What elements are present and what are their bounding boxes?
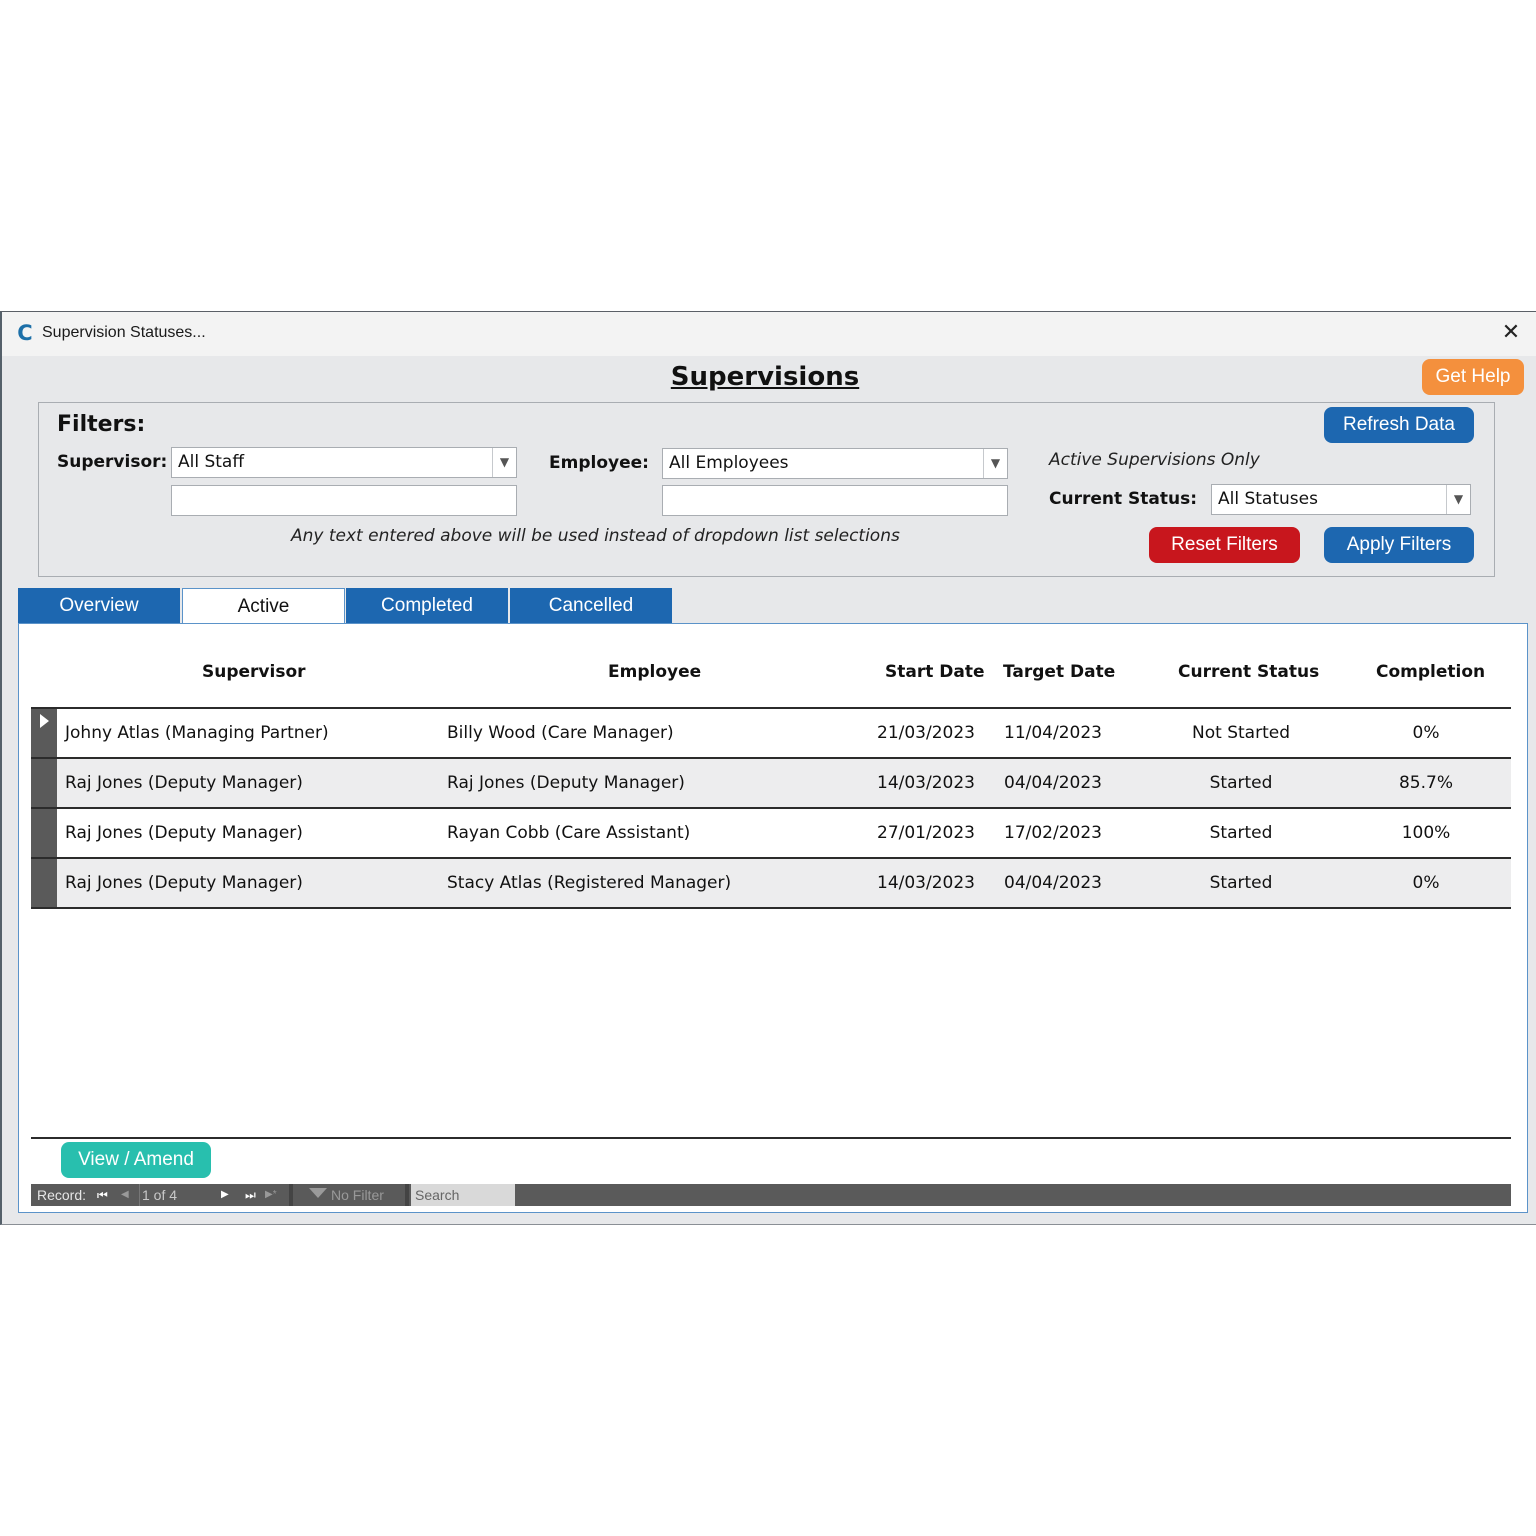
refresh-data-button[interactable]: Refresh Data — [1324, 407, 1474, 443]
chevron-down-icon[interactable]: ▼ — [983, 449, 1007, 478]
cell-target-date: 04/04/2023 — [1004, 773, 1102, 793]
apply-filters-button[interactable]: Apply Filters — [1324, 527, 1474, 563]
tab-active[interactable]: Active — [182, 588, 345, 625]
previous-record-icon[interactable]: ◀ — [121, 1184, 129, 1206]
cell-employee: Raj Jones (Deputy Manager) — [447, 773, 685, 793]
new-record-icon[interactable]: ▶* — [265, 1184, 277, 1206]
record-navigation-bar: Record: ⏮ ◀ 1 of 4 ▶ ⏭ ▶* No Filter Sear… — [31, 1184, 1511, 1206]
supervision-window: C Supervision Statuses... ✕ Supervisions… — [0, 311, 1536, 1225]
cell-status: Not Started — [1192, 723, 1290, 743]
cell-status: Started — [1209, 773, 1273, 793]
cell-target-date: 11/04/2023 — [1004, 723, 1102, 743]
cell-target-date: 04/04/2023 — [1004, 873, 1102, 893]
column-header-start-date: Start Date — [885, 662, 985, 682]
no-filter-button[interactable]: No Filter — [301, 1184, 405, 1206]
footer-divider — [31, 1137, 1511, 1139]
tab-cancelled[interactable]: Cancelled — [510, 588, 673, 624]
cell-supervisor: Johny Atlas (Managing Partner) — [65, 723, 329, 743]
window-title: Supervision Statuses... — [42, 324, 206, 341]
cell-start-date: 14/03/2023 — [877, 873, 975, 893]
cell-status: Started — [1209, 823, 1273, 843]
first-record-icon[interactable]: ⏮ — [97, 1184, 108, 1206]
tab-overview[interactable]: Overview — [18, 588, 181, 624]
cell-start-date: 21/03/2023 — [877, 723, 975, 743]
reset-filters-button[interactable]: Reset Filters — [1149, 527, 1300, 563]
chevron-down-icon[interactable]: ▼ — [1446, 485, 1470, 514]
cell-start-date: 27/01/2023 — [877, 823, 975, 843]
active-only-note: Active Supervisions Only — [1049, 450, 1260, 470]
close-icon[interactable]: ✕ — [1498, 320, 1524, 346]
filter-note: Any text entered above will be used inst… — [291, 526, 900, 546]
record-selector[interactable] — [31, 859, 57, 907]
record-selector[interactable] — [31, 709, 57, 757]
view-amend-button[interactable]: View / Amend — [61, 1142, 211, 1178]
column-header-target-date: Target Date — [1003, 662, 1116, 682]
nav-separator — [289, 1184, 293, 1206]
filters-heading: Filters: — [57, 412, 146, 437]
get-help-button[interactable]: Get Help — [1422, 359, 1524, 395]
supervisor-label: Supervisor: — [57, 452, 168, 472]
cell-status: Started — [1209, 873, 1273, 893]
column-header-current-status: Current Status — [1178, 662, 1320, 682]
cell-completion: 85.7% — [1398, 773, 1453, 793]
active-tab-panel: Supervisor Employee Start Date Target Da… — [18, 623, 1528, 1213]
supervisor-select[interactable]: All Staff ▼ — [171, 447, 517, 478]
column-header-employee: Employee — [608, 662, 702, 682]
current-status-label: Current Status: — [1049, 489, 1198, 509]
table-row[interactable]: Raj Jones (Deputy Manager) Stacy Atlas (… — [31, 859, 1511, 909]
status-select[interactable]: All Statuses ▼ — [1211, 484, 1471, 515]
search-input[interactable]: Search — [411, 1184, 515, 1206]
chevron-down-icon[interactable]: ▼ — [492, 448, 516, 477]
record-label: Record: — [37, 1187, 87, 1203]
current-record-arrow-icon — [40, 714, 49, 728]
employee-text-input[interactable] — [662, 485, 1008, 516]
table-row[interactable]: Raj Jones (Deputy Manager) Raj Jones (De… — [31, 759, 1511, 809]
page-title: Supervisions — [670, 362, 860, 392]
cell-employee: Rayan Cobb (Care Assistant) — [447, 823, 691, 843]
cell-completion: 0% — [1412, 873, 1440, 893]
cell-target-date: 17/02/2023 — [1004, 823, 1102, 843]
title-bar: C Supervision Statuses... ✕ — [2, 312, 1536, 356]
next-record-icon[interactable]: ▶ — [221, 1184, 229, 1206]
table-row[interactable]: Raj Jones (Deputy Manager) Rayan Cobb (C… — [31, 809, 1511, 859]
employee-select-value: All Employees — [669, 453, 789, 473]
cell-employee: Billy Wood (Care Manager) — [447, 723, 674, 743]
supervisor-text-input[interactable] — [171, 485, 517, 516]
filter-icon — [309, 1188, 327, 1198]
tab-completed[interactable]: Completed — [346, 588, 509, 624]
table-row[interactable]: Johny Atlas (Managing Partner) Billy Woo… — [31, 709, 1511, 759]
cell-supervisor: Raj Jones (Deputy Manager) — [65, 873, 303, 893]
table-header: Supervisor Employee Start Date Target Da… — [31, 654, 1511, 709]
employee-select[interactable]: All Employees ▼ — [662, 448, 1008, 479]
record-selector[interactable] — [31, 759, 57, 807]
nav-separator — [405, 1184, 409, 1206]
record-position-input[interactable]: 1 of 4 — [139, 1184, 209, 1206]
cell-completion: 0% — [1412, 723, 1440, 743]
employee-label: Employee: — [549, 453, 649, 473]
status-select-value: All Statuses — [1218, 489, 1318, 509]
cell-employee: Stacy Atlas (Registered Manager) — [447, 873, 732, 893]
cell-start-date: 14/03/2023 — [877, 773, 975, 793]
record-selector[interactable] — [31, 809, 57, 857]
cell-completion: 100% — [1401, 823, 1451, 843]
app-logo-icon: C — [17, 321, 33, 345]
cell-supervisor: Raj Jones (Deputy Manager) — [65, 823, 303, 843]
column-header-supervisor: Supervisor — [202, 662, 306, 682]
cell-supervisor: Raj Jones (Deputy Manager) — [65, 773, 303, 793]
column-header-completion: Completion — [1376, 662, 1486, 682]
supervisor-select-value: All Staff — [178, 452, 245, 472]
no-filter-label: No Filter — [331, 1187, 384, 1203]
last-record-icon[interactable]: ⏭ — [245, 1184, 256, 1206]
